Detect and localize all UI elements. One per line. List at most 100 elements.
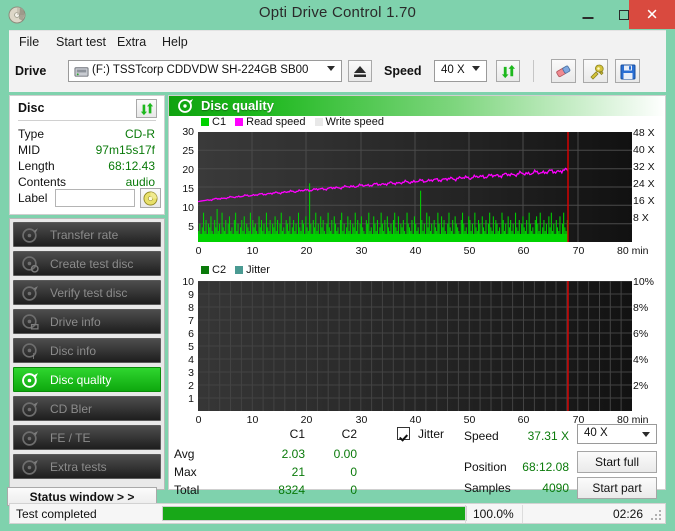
status-bar: Test completed 100.0% 02:26 [9,503,666,524]
stats-row-label-max: Max [174,465,197,479]
chart-bottom-y2tick-2: 2% [633,380,649,392]
stats-value-total-c1: 8324 [278,483,305,497]
chart-top-ytick-25: 25 [182,145,194,157]
quality-chart-top[interactable]: C1 Read speed Write speed 30 25 20 15 10… [169,116,665,264]
legend-label-read-speed: Read speed [246,116,306,128]
chart-bottom-ytick-4: 4 [188,354,194,366]
status-window-label: Status window > > [29,490,135,504]
test-speed-select[interactable]: 40 X [577,424,657,444]
speed-stat-label: Speed [464,429,499,443]
start-part-label: Start part [592,481,642,495]
close-button[interactable]: ✕ [629,0,675,29]
chart-bottom-xtick-40: 40 [409,414,422,426]
stats-value-total-c2: 0 [350,483,357,497]
erase-button[interactable] [551,59,576,83]
legend-label-c1: C1 [212,116,227,128]
speed-select-value: 40 X [441,64,465,76]
chart-top-ytick-30: 30 [182,126,194,138]
eject-button[interactable] [348,60,372,82]
sidebar-item-verify-test-disc[interactable]: Verify test disc [13,280,161,305]
chart-bottom-ytick-8: 8 [188,302,194,314]
refresh-button[interactable] [496,60,520,82]
chart-bottom-y2tick-8: 8% [633,302,649,314]
toolbar: Drive (F:) TSSTcorp CDDVDW SH-224GB SB00… [9,52,666,92]
drive-info-icon [22,314,39,331]
sidebar-item-label: Disc quality [50,373,112,387]
speed-select[interactable]: 40 X [434,60,487,82]
legend-label-c2: C2 [212,264,227,276]
jitter-label: Jitter [418,427,445,441]
sidebar-item-disc-quality[interactable]: Disc quality [13,367,161,392]
disc-quality-icon [178,98,194,114]
chart-bottom-ytick-6: 6 [188,328,194,340]
minimize-button[interactable] [569,0,607,29]
disc-label-input[interactable] [55,189,135,207]
chart-bottom-ytick-10: 10 [182,276,194,288]
eject-icon [354,66,366,77]
menu-item-file[interactable]: File [14,34,44,50]
chart-bottom-ytick-1: 1 [188,393,194,405]
disc-info-panel: Disc Type CD-R MID 97m15s17f Length 68:1… [9,95,165,215]
chart-bottom-plot-area [198,281,632,411]
chart-top-ytick-20: 20 [182,164,194,176]
sidebar-item-label: CD Bler [50,402,93,416]
chart-top-ytick-5: 5 [188,221,194,233]
start-full-button[interactable]: Start full [577,451,657,473]
wrench-icon [590,64,604,80]
status-divider-2 [522,505,523,523]
disc-refresh-button[interactable] [136,99,157,118]
drive-select-value: (F:) TSSTcorp CDDVDW SH-224GB SB00 [92,64,309,76]
main-panel: Disc quality C1 Read speed Write speed 3… [168,95,666,499]
sidebar-item-drive-info[interactable]: Drive info [13,309,161,334]
toolbar-separator [533,60,534,82]
chart-top-xtick-30: 30 [355,245,368,257]
start-part-button[interactable]: Start part [577,477,657,499]
position-stat-label: Position [464,460,507,474]
sidebar-item-disc-info[interactable]: i Disc info [13,338,161,363]
chart-bottom-y2tick-6: 6% [633,328,649,340]
drive-label: Drive [15,64,47,78]
quality-chart-bottom[interactable]: C2 Jitter 10 9 8 7 6 5 4 3 2 1 10% 8% 6%… [169,264,665,426]
chart-top-y2tick-8: 8 X [633,212,649,224]
disc-row-label-mid: MID [18,143,40,157]
samples-stat-label: Samples [464,481,511,495]
test-speed-value: 40 X [584,427,608,439]
chart-top-y2tick-16: 16 X [633,195,655,207]
disc-label-key: Label [18,191,48,205]
chart-bottom-xtick-30: 30 [355,414,368,426]
jitter-checkbox[interactable] [397,427,410,440]
sidebar-item-extra-tests[interactable]: Extra tests [13,454,161,479]
chart-bottom-ytick-9: 9 [188,289,194,301]
chart-top-y2tick-32: 32 X [633,161,655,173]
progress-bar [162,506,467,521]
sidebar-item-transfer-rate[interactable]: Transfer rate [13,222,161,247]
disc-row-label-type: Type [18,127,45,141]
refresh-arrows-icon [501,64,516,79]
drive-icon [74,67,89,77]
stats-value-avg-c1: 2.03 [281,447,305,461]
chart-bottom-xtick-0: 0 [195,414,202,426]
menu-item-extra[interactable]: Extra [112,34,151,50]
resize-grip-icon[interactable] [651,510,662,521]
stats-header-c1: C1 [289,427,305,441]
chart-bottom-ytick-7: 7 [188,315,194,327]
close-icon: ✕ [645,6,659,23]
save-button[interactable] [615,59,640,83]
chart-bottom-ytick-2: 2 [188,380,194,392]
sidebar-item-cd-bler[interactable]: CD Bler [13,396,161,421]
chart-top-xtick-60: 60 [517,245,530,257]
menu-item-start-test[interactable]: Start test [51,34,111,50]
chevron-down-icon [642,432,650,437]
tools-button[interactable] [583,59,608,83]
samples-stat-value: 4090 [542,481,569,495]
progress-percent: 100.0% [473,507,514,521]
disc-divider [18,120,156,121]
menu-item-help[interactable]: Help [157,34,193,50]
chart-top-xtick-70: 70 [572,245,585,257]
disc-fete-icon [22,430,39,447]
sidebar-item-label: Transfer rate [50,228,119,242]
disc-label-button[interactable] [140,188,161,208]
drive-select[interactable]: (F:) TSSTcorp CDDVDW SH-224GB SB00 [68,60,342,82]
sidebar-item-fe-te[interactable]: FE / TE [13,425,161,450]
sidebar-item-create-test-disc[interactable]: Create test disc [13,251,161,276]
